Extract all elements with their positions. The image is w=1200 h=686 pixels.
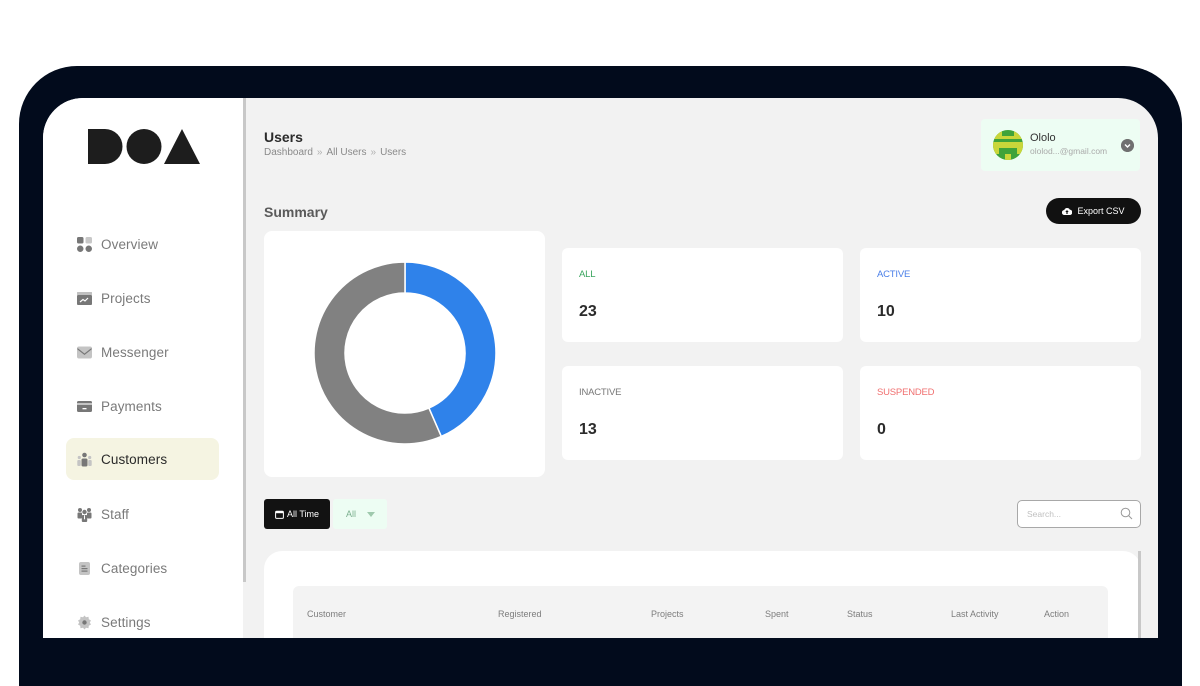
app-window: Overview Projects Messenger Payments Cus… [43, 98, 1158, 638]
stat-label: ALL [579, 269, 596, 280]
caret-down-icon [367, 511, 376, 517]
column-header-registered[interactable]: Registered [498, 609, 542, 619]
breadcrumb: Dashboard» All Users» Users [264, 147, 406, 158]
stat-label: ACTIVE [877, 269, 911, 280]
wallet-icon [77, 400, 92, 412]
user-profile-menu[interactable]: Ololo ololod...@gmail.com [981, 119, 1140, 171]
chevron-down-icon[interactable] [1121, 139, 1134, 152]
breadcrumb-item-dashboard[interactable]: Dashboard [264, 147, 313, 158]
sidebar-item-label: Projects [101, 290, 151, 306]
user-email: ololod...@gmail.com [1030, 146, 1108, 156]
sidebar-item-label: Staff [101, 506, 130, 522]
time-range-button[interactable]: All Time [264, 499, 330, 529]
sidebar-item-projects[interactable]: Projects [66, 277, 219, 319]
column-header-action[interactable]: Action [1044, 609, 1069, 619]
cloud-upload-icon [1062, 208, 1073, 215]
search-icon[interactable] [1120, 507, 1133, 520]
sidebar-item-label: Customers [101, 451, 168, 467]
column-header-last-activity[interactable]: Last Activity [951, 609, 999, 619]
search-input[interactable] [1027, 507, 1117, 521]
main-content: Users Dashboard» All Users» Users Ololo ol… [246, 98, 1158, 638]
stat-card-active: ACTIVE 10 [860, 248, 1141, 342]
export-csv-label: Export CSV [1077, 206, 1125, 216]
stat-value: 23 [579, 303, 597, 320]
donut-slice-active[interactable] [404, 261, 497, 438]
breadcrumb-separator: » [316, 147, 323, 158]
sidebar-item-label: Categories [101, 560, 168, 576]
page-title: Users [264, 129, 303, 145]
sidebar: Overview Projects Messenger Payments Cus… [43, 98, 243, 638]
sidebar-item-label: Messenger [101, 344, 169, 360]
sidebar-item-customers[interactable]: Customers [66, 438, 219, 480]
table-scrollbar[interactable] [1138, 551, 1141, 638]
user-status-donut-chart [313, 261, 497, 445]
status-filter-value: All [346, 509, 357, 519]
users-icon [77, 452, 92, 466]
search-field [1017, 500, 1141, 528]
gear-icon [78, 615, 91, 629]
stat-card-inactive: INACTIVE 13 [562, 366, 843, 460]
status-filter-dropdown[interactable]: All [333, 499, 387, 529]
sidebar-item-categories[interactable]: Categories [66, 547, 219, 589]
stat-label: INACTIVE [579, 387, 622, 398]
stat-value: 13 [579, 421, 597, 438]
sidebar-item-settings[interactable]: Settings [66, 601, 219, 638]
envelope-icon [77, 346, 92, 358]
sidebar-item-staff[interactable]: Staff [66, 493, 219, 535]
time-range-label: All Time [286, 509, 319, 519]
document-list-icon [79, 561, 90, 575]
stat-value: 10 [877, 303, 895, 320]
customers-table-card: Customer Registered Projects Spent Statu… [264, 551, 1141, 638]
sidebar-item-payments[interactable]: Payments [66, 385, 219, 427]
breadcrumb-item-all-users[interactable]: All Users [326, 147, 366, 158]
summary-title: Summary [264, 204, 328, 220]
column-header-status[interactable]: Status [847, 609, 873, 619]
doa-logo [88, 129, 200, 164]
calendar-icon [275, 510, 284, 519]
breadcrumb-item-users: Users [380, 147, 407, 158]
sidebar-item-label: Payments [101, 398, 162, 414]
breadcrumb-separator: » [370, 147, 377, 158]
avatar [993, 130, 1023, 160]
column-header-projects[interactable]: Projects [651, 609, 684, 619]
sidebar-item-overview[interactable]: Overview [66, 223, 219, 265]
export-csv-button[interactable]: Export CSV [1046, 198, 1141, 224]
sidebar-item-label: Settings [101, 614, 151, 630]
stat-value: 0 [877, 421, 886, 438]
user-status-donut-card [264, 231, 545, 477]
stat-card-all: ALL 23 [562, 248, 843, 342]
grid-icon [77, 236, 92, 252]
staff-group-icon [77, 507, 92, 522]
column-header-customer[interactable]: Customer [307, 609, 346, 619]
stat-card-suspended: SUSPENDED 0 [860, 366, 1141, 460]
user-name: Ololo [1030, 132, 1056, 144]
stat-label: SUSPENDED [877, 387, 935, 398]
table-header: Customer Registered Projects Spent Statu… [293, 586, 1108, 638]
sidebar-item-messenger[interactable]: Messenger [66, 331, 219, 373]
folder-chart-icon [77, 291, 92, 305]
column-header-spent[interactable]: Spent [765, 609, 789, 619]
sidebar-item-label: Overview [101, 236, 159, 252]
